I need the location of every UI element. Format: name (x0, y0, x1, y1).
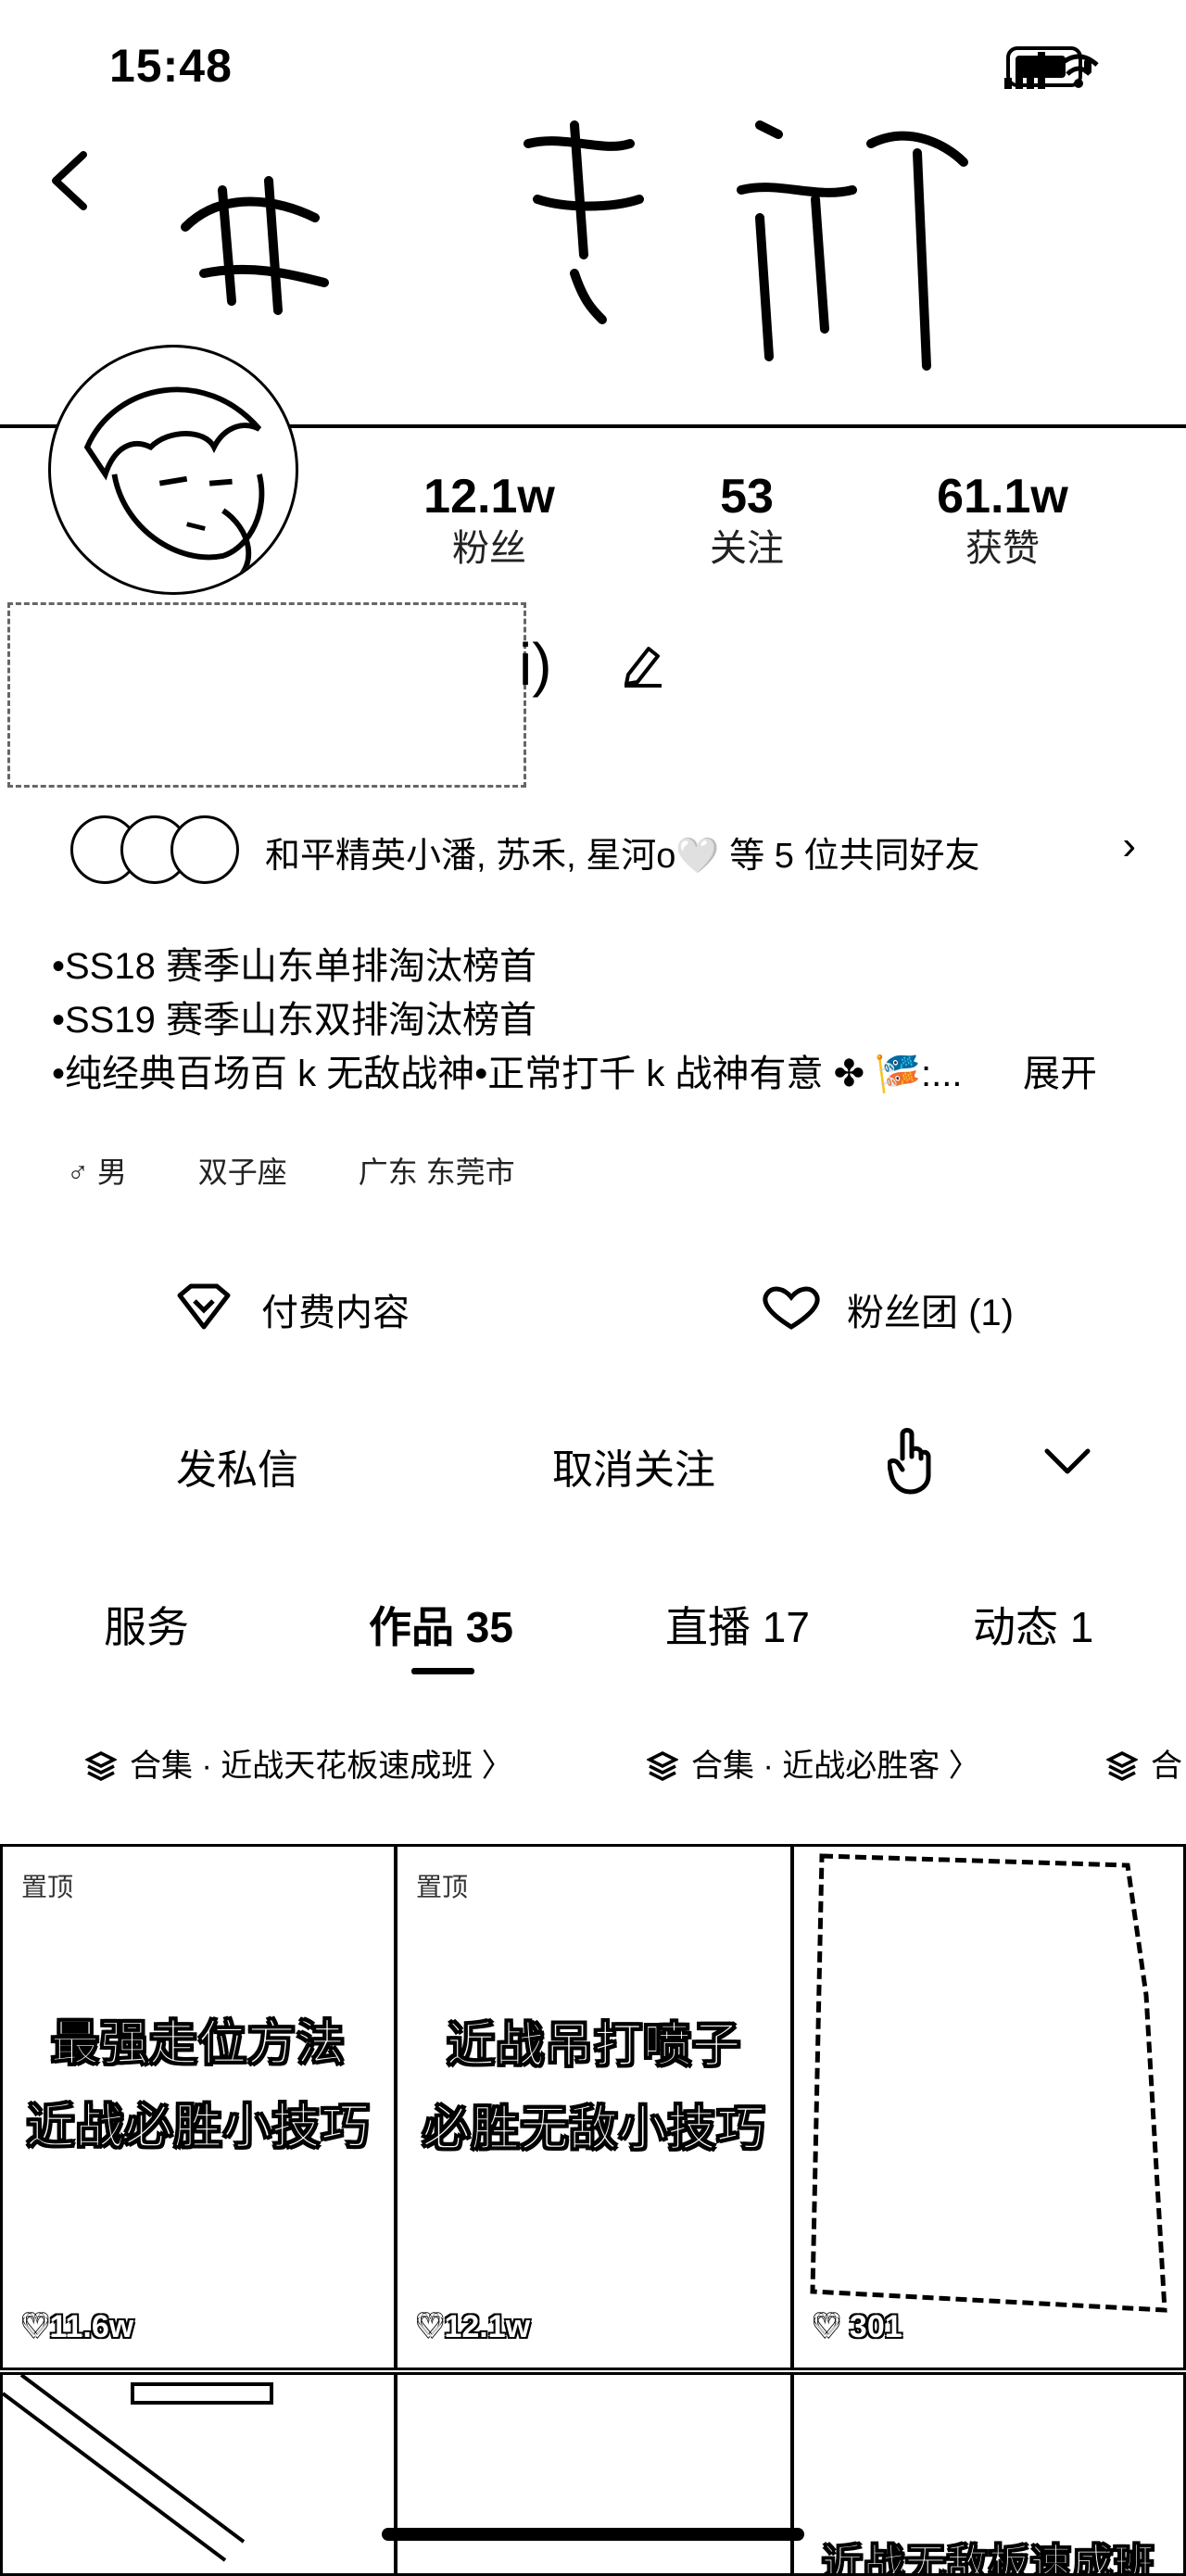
unfollow-button[interactable]: 取消关注 (552, 1436, 715, 1496)
bio-line-1: •SS18 赛季山东单排淘汰榜首 (52, 946, 536, 987)
video-card-6[interactable]: 近战无敌板速成班 (791, 2372, 1186, 2576)
video-4-thumbnail (3, 2375, 273, 2562)
collection-chip-2[interactable]: 合集 · 近战必胜客 〉 (647, 1740, 980, 1786)
expand-link[interactable]: 展开 (1023, 1047, 1134, 1101)
bio-line-2: •SS19 赛季山东双排淘汰榜首 (52, 1000, 536, 1041)
pinned-badge: 置顶 (21, 1873, 74, 1901)
banner-calligraphy-image (181, 120, 968, 371)
back-icon[interactable] (43, 144, 98, 218)
layers-icon (647, 1751, 678, 1781)
video-1-title-line-1: 最强走位方法 (50, 2017, 346, 2072)
following-count: 53 (720, 470, 774, 524)
gender-tag: ♂ 男 (67, 1155, 127, 1189)
paid-content-label: 付费内容 (261, 1293, 410, 1333)
followers-count: 12.1w (423, 470, 555, 524)
likes-count: 61.1w (937, 470, 1068, 524)
chevron-right-icon: › (1122, 823, 1136, 868)
bio-line-3: •纯经典百场百 k 无敌战神•正常打千 k 战神有意 ✤ 🎏:... (52, 1054, 963, 1094)
chevron-down-icon[interactable] (1043, 1447, 1091, 1475)
collection-2-label: 合集 · 近战必胜客 〉 (691, 1749, 980, 1784)
edit-icon[interactable] (619, 639, 667, 688)
video-3-likes: ♡ 301 (813, 2309, 902, 2344)
followers-label: 粉丝 (452, 528, 526, 569)
video-2-likes: ♡12.1w (416, 2309, 531, 2344)
status-time: 15:48 (109, 40, 233, 92)
video-2-title-line-1: 近战吊打喷子 (446, 2019, 741, 2074)
stat-followers[interactable]: 12.1w 粉丝 (397, 469, 582, 573)
video-card-3[interactable]: ♡ 301 (791, 1844, 1186, 2370)
diamond-icon (177, 1283, 231, 1330)
send-message-button[interactable]: 发私信 (176, 1436, 298, 1496)
avatar-illustration (83, 386, 265, 586)
tab-services[interactable]: 服务 (104, 1594, 189, 1655)
layers-icon (1106, 1751, 1138, 1781)
layers-icon (85, 1751, 117, 1781)
stat-likes[interactable]: 61.1w 获赞 (910, 469, 1095, 573)
following-label: 关注 (710, 528, 784, 569)
stat-following[interactable]: 53 关注 (654, 469, 839, 573)
active-tab-indicator (411, 1668, 474, 1674)
touch-hand-icon[interactable] (888, 1425, 934, 1496)
mutual-friends-text: 和平精英小潘, 苏禾, 星河o🤍 等 5 位共同好友 (265, 837, 980, 876)
name-tail: i) (519, 631, 552, 698)
fan-group-label: 粉丝团 (1) (847, 1293, 1014, 1333)
redacted-name-area (7, 602, 526, 788)
zodiac-tag: 双子座 (197, 1155, 287, 1189)
profile-tags: ♂ 男 双子座 广东 东莞市 (67, 1149, 578, 1192)
likes-label: 获赞 (965, 528, 1040, 569)
video-card-2[interactable]: 置顶 近战吊打喷子 必胜无敌小技巧 ♡12.1w (395, 1844, 793, 2370)
tab-moments[interactable]: 动态 1 (973, 1594, 1093, 1655)
friend-avatars (70, 815, 239, 884)
tab-live[interactable]: 直播 17 (665, 1594, 810, 1655)
fan-heart-icon (763, 1286, 820, 1330)
location-tag: 广东 东莞市 (358, 1155, 515, 1189)
collection-3-label: 合 (1151, 1749, 1182, 1784)
collection-chip-3[interactable]: 合 (1106, 1740, 1182, 1786)
battery-icon (1006, 46, 1091, 87)
video-1-likes: ♡11.6w (21, 2309, 134, 2344)
video-card-1[interactable]: 置顶 最强走位方法 近战必胜小技巧 ♡11.6w (0, 1844, 397, 2370)
video-card-4[interactable] (0, 2372, 397, 2576)
video-6-title: 近战无敌板速成班 (822, 2542, 1155, 2576)
profile-tabs: 服务 作品 35 直播 17 动态 1 (0, 1594, 1186, 1668)
pinned-badge: 置顶 (416, 1873, 469, 1901)
tab-works[interactable]: 作品 35 (369, 1594, 513, 1655)
home-indicator[interactable] (382, 2528, 804, 2541)
video-3-thumbnail (810, 1853, 1167, 2313)
collection-chip-1[interactable]: 合集 · 近战天花板速成班 〉 (85, 1740, 513, 1786)
video-2-title-line-2: 必胜无敌小技巧 (422, 2102, 766, 2157)
mutual-friends-row[interactable]: 和平精英小潘, 苏禾, 星河o🤍 等 5 位共同好友 › (70, 815, 1136, 886)
avatar[interactable] (48, 345, 298, 595)
video-card-5[interactable] (395, 2372, 793, 2576)
video-1-title-line-2: 近战必胜小技巧 (26, 2101, 371, 2155)
collection-1-label: 合集 · 近战天花板速成班 〉 (130, 1749, 513, 1784)
